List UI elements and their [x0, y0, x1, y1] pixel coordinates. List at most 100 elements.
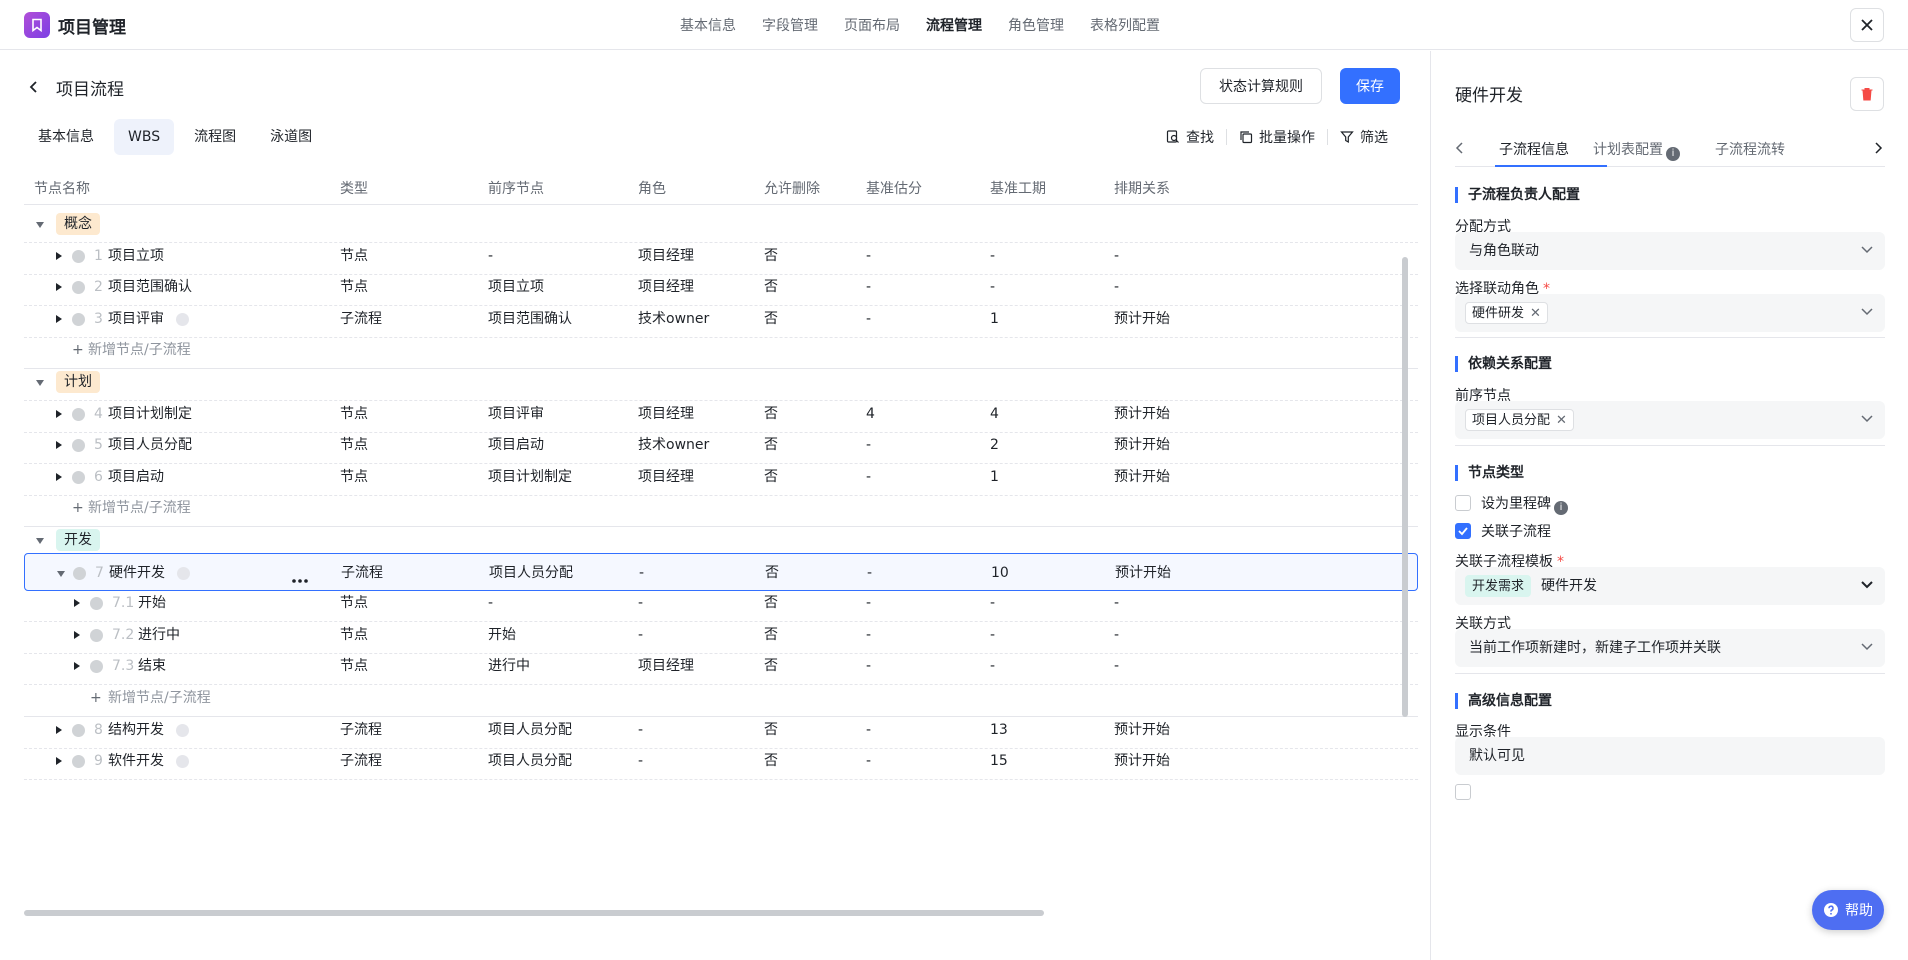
expand-caret-icon[interactable] — [56, 441, 62, 450]
top-bar: 项目管理 基本信息 字段管理 页面布局 流程管理 角色管理 表格列配置 — [0, 0, 1908, 50]
back-arrow-icon[interactable] — [26, 79, 42, 95]
expand-caret-icon[interactable] — [56, 409, 62, 418]
tab-swimlane[interactable]: 泳道图 — [256, 119, 326, 155]
expand-caret-icon[interactable] — [74, 630, 80, 639]
panel-tab-subflow-info[interactable]: 子流程信息 — [1499, 139, 1569, 159]
node-type-cell: 子流程 — [340, 753, 382, 770]
remove-chip-icon[interactable]: ✕ — [1556, 413, 1567, 428]
collapse-caret-icon[interactable] — [36, 222, 44, 228]
advanced-section-title: 高级信息配置 — [1455, 693, 1552, 709]
filter-button[interactable]: 筛选 — [1328, 127, 1400, 147]
top-nav: 基本信息 字段管理 页面布局 流程管理 角色管理 表格列配置 — [680, 0, 1160, 50]
baseline-duration-cell: 15 — [990, 753, 1008, 770]
allow-delete-subflow-checkbox[interactable] — [1455, 784, 1471, 800]
main-content: 项目流程 状态计算规则 保存 基本信息 WBS 流程图 泳道图 查找 批量操作 … — [0, 51, 1430, 960]
top-nav-page-layout[interactable]: 页面布局 — [844, 15, 900, 35]
subflow-template-select[interactable]: 开发需求 硬件开发 — [1455, 567, 1885, 605]
node-name[interactable]: 软件开发 — [108, 742, 164, 780]
panel-tabs: 子流程信息 计划表配置 i 子流程流转 — [1455, 129, 1885, 167]
linked-role-select[interactable]: 硬件研发 ✕ — [1455, 294, 1885, 332]
subflow-link-icon — [176, 723, 189, 737]
help-label: 帮助 — [1845, 903, 1873, 919]
close-button[interactable] — [1850, 8, 1884, 42]
tab-wbs[interactable]: WBS — [114, 119, 175, 155]
expand-caret-icon[interactable] — [74, 662, 80, 671]
column-header-baseline-duration: 基准工期 — [990, 181, 1046, 197]
batch-operation-button[interactable]: 批量操作 — [1227, 127, 1327, 147]
collapse-caret-icon[interactable] — [57, 570, 65, 577]
save-button[interactable]: 保存 — [1340, 68, 1400, 104]
group-tag: 概念 — [56, 213, 100, 235]
schedule-relation-cell: 预计开始 — [1114, 753, 1170, 770]
milestone-label: 设为里程碑 i — [1481, 493, 1568, 515]
search-label: 查找 — [1186, 130, 1214, 146]
panel-tab-plan-config-label: 计划表配置 — [1593, 142, 1663, 158]
milestone-checkbox[interactable] — [1455, 495, 1471, 511]
section-divider — [1455, 337, 1885, 338]
table-row[interactable]: 9 软件开发 子流程 项目人员分配 - 否 - 15 预计开始 — [24, 742, 1418, 781]
help-button[interactable]: 帮助 — [1812, 890, 1884, 930]
template-tag: 开发需求 — [1465, 575, 1532, 597]
status-dot-icon — [72, 281, 85, 295]
role-chip: 硬件研发 ✕ — [1465, 302, 1548, 324]
tab-basic-info[interactable]: 基本信息 — [24, 119, 108, 155]
status-dot-icon — [90, 597, 103, 611]
expand-caret-icon[interactable] — [56, 725, 62, 734]
display-condition-select[interactable]: 默认可见 — [1455, 737, 1885, 775]
node-detail-panel: 硬件开发 子流程信息 计划表配置 i 子流程流转 开发 ✕ 子流程负责人配置 分配方… — [1430, 51, 1908, 960]
page-title: 项目流程 — [56, 80, 124, 100]
status-dot-icon — [72, 755, 85, 769]
top-nav-basic-info[interactable]: 基本信息 — [680, 15, 736, 35]
chevron-right-icon[interactable] — [1873, 142, 1883, 154]
wbs-table: 节点名称 类型 前序节点 角色 允许删除 基准估分 基准工期 排期关系 概念 1 项… — [24, 167, 1418, 937]
assign-method-select[interactable]: 与角色联动 — [1455, 232, 1885, 270]
prev-node-select[interactable]: 项目人员分配 ✕ — [1455, 401, 1885, 439]
chevron-down-icon — [1861, 246, 1873, 254]
horizontal-scrollbar[interactable] — [24, 910, 1044, 916]
collapse-caret-icon[interactable] — [36, 538, 44, 544]
allow-delete-cell: 否 — [764, 753, 778, 770]
link-method-select[interactable]: 当前工作项新建时，新建子工作项并关联 — [1455, 629, 1885, 667]
expand-caret-icon[interactable] — [56, 251, 62, 260]
top-nav-process-management[interactable]: 流程管理 — [926, 15, 982, 35]
role-chip-label: 硬件研发 — [1472, 306, 1525, 321]
chevron-left-icon[interactable] — [1455, 142, 1465, 154]
baseline-estimate-cell: - — [866, 753, 872, 770]
panel-tab-plan-config[interactable]: 计划表配置 i — [1593, 139, 1680, 161]
column-header-type: 类型 — [340, 181, 368, 197]
search-button[interactable]: 查找 — [1154, 127, 1226, 147]
node-number: 9 — [94, 753, 103, 770]
prev-node-chip-label: 项目人员分配 — [1472, 413, 1551, 428]
tab-flowchart[interactable]: 流程图 — [180, 119, 250, 155]
link-subflow-checkbox[interactable] — [1455, 523, 1471, 539]
filter-icon — [1340, 131, 1354, 144]
trash-icon — [1861, 88, 1873, 101]
vertical-scrollbar[interactable] — [1402, 257, 1408, 717]
column-header-schedule-relation: 排期关系 — [1114, 181, 1170, 197]
status-dot-icon — [72, 312, 85, 326]
more-icon[interactable] — [291, 571, 309, 583]
status-dot-icon — [90, 628, 103, 642]
panel-title: 硬件开发 — [1455, 86, 1523, 106]
remove-chip-icon[interactable]: ✕ — [1530, 306, 1541, 321]
app-logo-icon — [24, 12, 50, 38]
dependency-section-title: 依赖关系配置 — [1455, 356, 1552, 372]
expand-caret-icon[interactable] — [56, 757, 62, 766]
table-header: 节点名称 类型 前序节点 角色 允许删除 基准估分 基准工期 排期关系 — [24, 167, 1418, 205]
top-nav-field-management[interactable]: 字段管理 — [762, 15, 818, 35]
top-nav-table-column-config[interactable]: 表格列配置 — [1090, 15, 1160, 35]
panel-tab-subflow-transfer[interactable]: 子流程流转 — [1715, 139, 1785, 159]
chevron-down-icon — [1861, 188, 1873, 196]
expand-caret-icon[interactable] — [56, 472, 62, 481]
top-nav-role-management[interactable]: 角色管理 — [1008, 15, 1064, 35]
expand-caret-icon[interactable] — [56, 314, 62, 323]
expand-caret-icon[interactable] — [74, 599, 80, 608]
expand-caret-icon[interactable] — [56, 283, 62, 292]
collapse-caret-icon[interactable] — [36, 380, 44, 386]
delete-button[interactable] — [1850, 77, 1884, 111]
status-rule-button[interactable]: 状态计算规则 — [1200, 68, 1322, 104]
chevron-down-icon — [1861, 581, 1873, 589]
active-tab-indicator — [1495, 165, 1607, 167]
info-icon: i — [1554, 501, 1568, 515]
link-method-value: 当前工作项新建时，新建子工作项并关联 — [1469, 640, 1721, 656]
